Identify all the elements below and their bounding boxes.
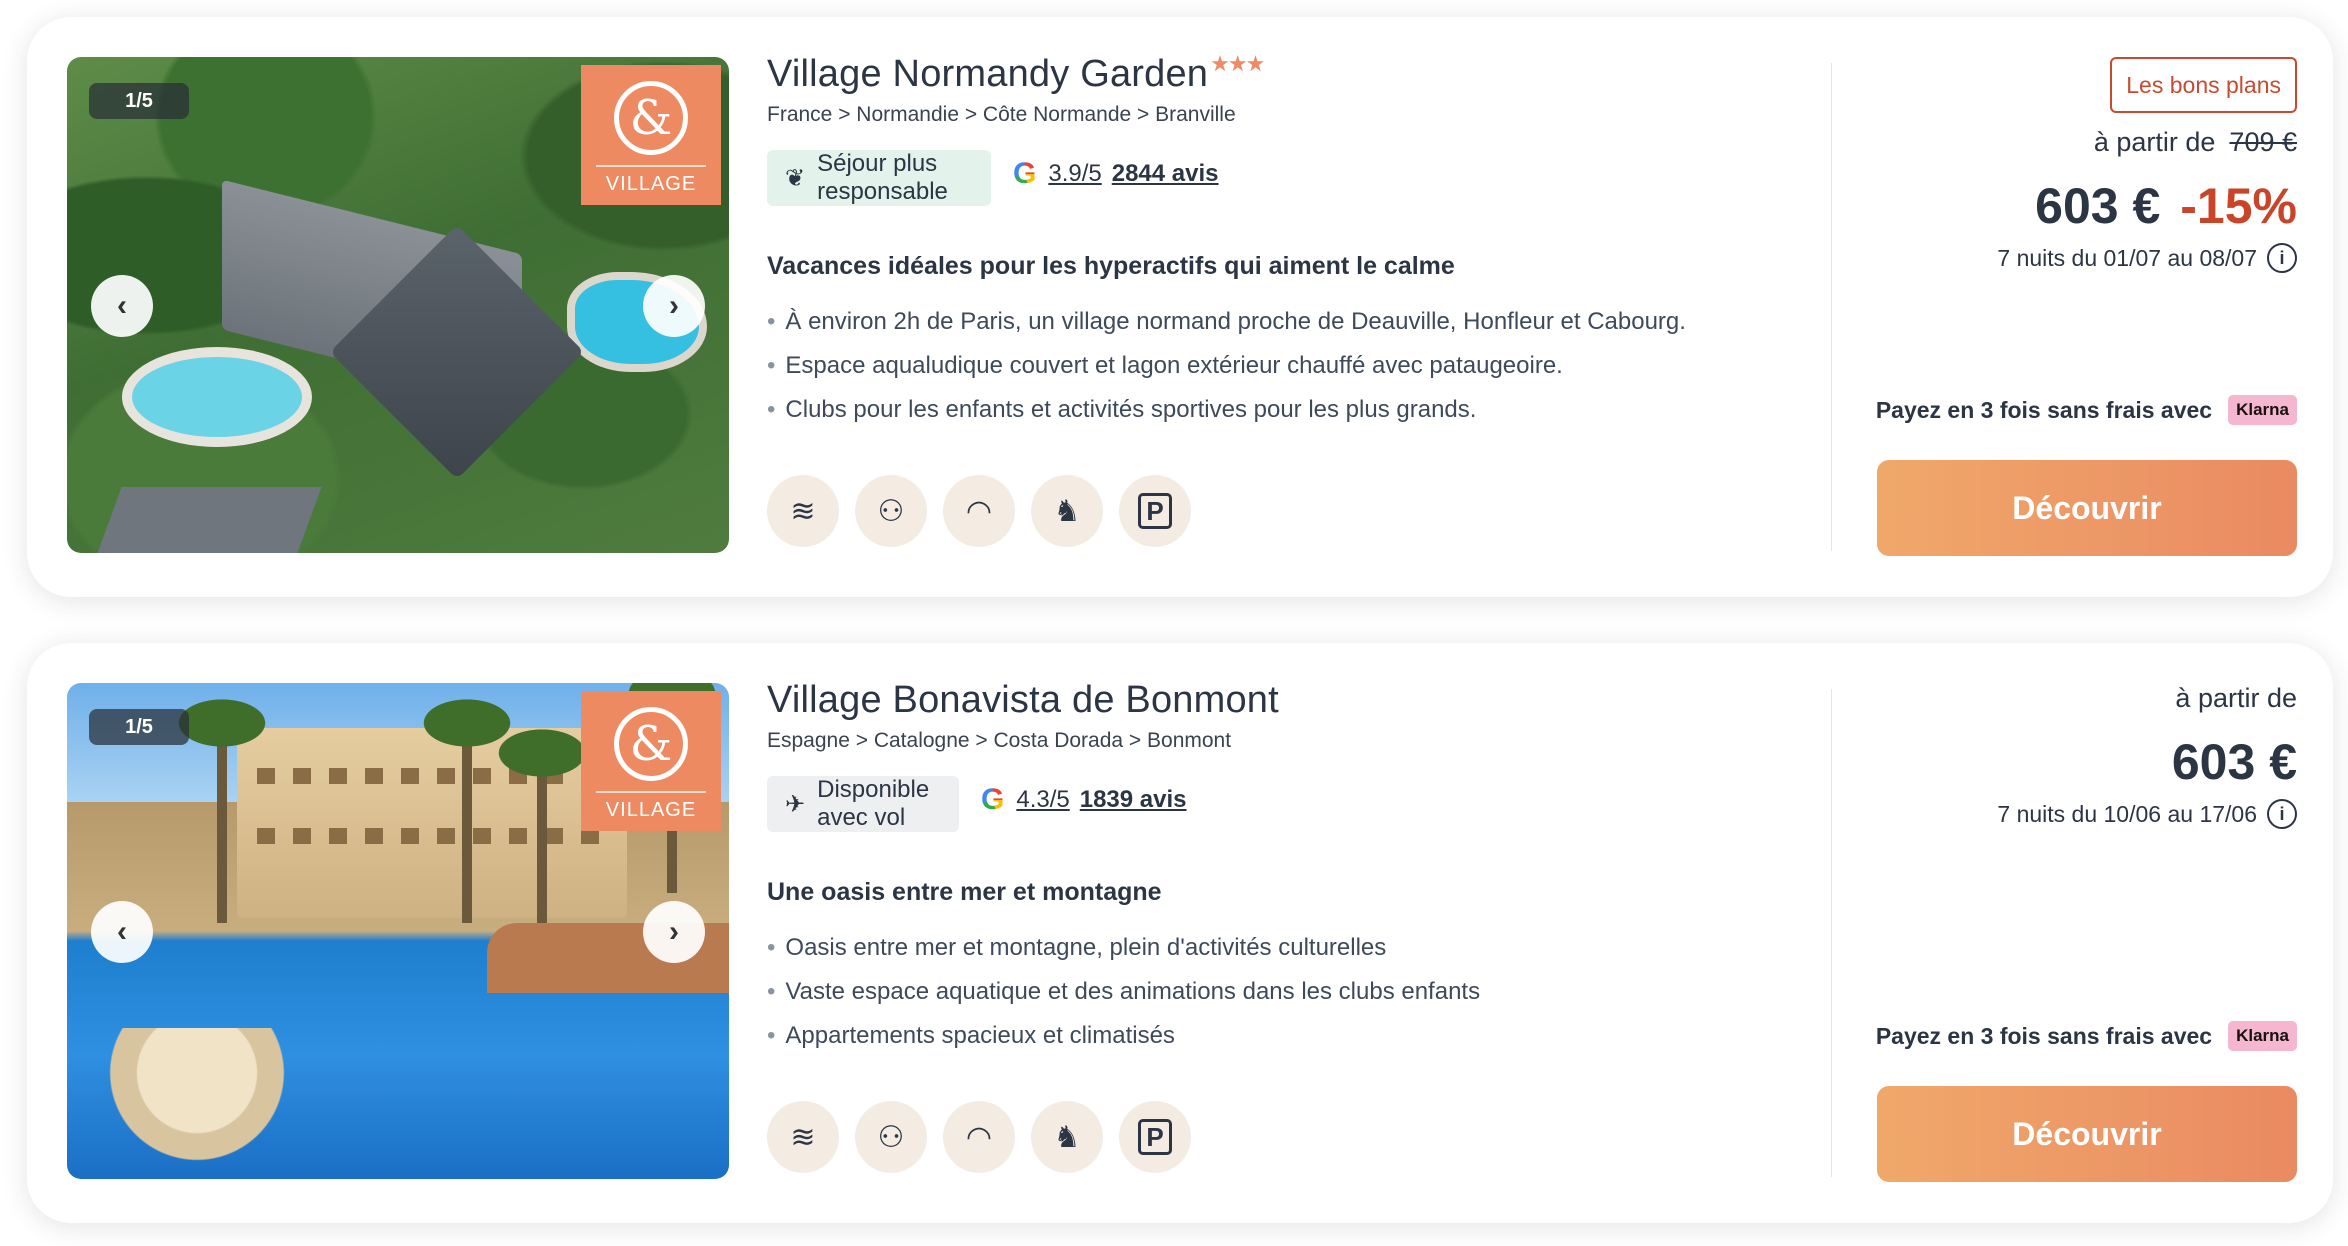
- highlights-list: À environ 2h de Paris, un village norman…: [767, 300, 1686, 432]
- highlights-list: Oasis entre mer et montagne, plein d'act…: [767, 926, 1480, 1058]
- village-badge: & VILLAGE: [581, 691, 721, 831]
- old-price: 709 €: [2229, 127, 2297, 157]
- offer-subtitle: Vacances idéales pour les hyperactifs qu…: [767, 252, 1455, 280]
- wifi-icon[interactable]: ◠: [943, 475, 1015, 547]
- pool-waves-icon[interactable]: ≋: [767, 1101, 839, 1173]
- amenities-row: ≋ ⚇ ◠ ♞ P: [767, 475, 1191, 547]
- tag-label: Disponible avec vol: [817, 776, 930, 831]
- horse-riding-icon[interactable]: ♞: [1031, 475, 1103, 547]
- kids-club-icon[interactable]: ⚇: [855, 475, 927, 547]
- offer-title[interactable]: Village Normandy Garden: [767, 53, 1208, 96]
- price: 603 €: [2035, 178, 2161, 234]
- discover-button[interactable]: Découvrir: [1877, 1086, 2297, 1182]
- offer-subtitle: Une oasis entre mer et montagne: [767, 878, 1162, 906]
- klarna-text: Payez en 3 fois sans frais avec: [1875, 396, 2213, 423]
- next-photo-button[interactable]: ›: [643, 901, 705, 963]
- previous-photo-button[interactable]: ‹: [91, 901, 153, 963]
- stay-dates: 7 nuits du 01/07 au 08/07: [1997, 244, 2257, 271]
- next-photo-button[interactable]: ›: [643, 275, 705, 337]
- tag-label: Séjour plus responsable: [817, 150, 948, 205]
- star-rating: ★★★: [1210, 51, 1265, 76]
- photo-gallery[interactable]: 1/5 & VILLAGE ‹ ›: [67, 57, 729, 553]
- chevron-left-icon: ‹: [117, 289, 127, 322]
- list-item: Espace aqualudique couvert et lagon exté…: [767, 344, 1686, 388]
- village-logo-icon: &: [614, 81, 688, 155]
- info-icon[interactable]: i: [2267, 799, 2297, 829]
- flight-available-tag: ✈ Disponible avec vol: [767, 776, 959, 832]
- kids-club-icon[interactable]: ⚇: [855, 1101, 927, 1173]
- google-rating[interactable]: G 3.9/5 2844 avis: [1013, 157, 1219, 191]
- klarna-logo: Klarna: [2228, 1021, 2297, 1051]
- location-breadcrumb: France > Normandie > Côte Normande > Bra…: [767, 103, 1236, 126]
- divider: [1831, 689, 1832, 1177]
- leaf-icon: ❦: [785, 164, 806, 192]
- plane-icon: ✈: [785, 790, 806, 818]
- from-label: à partir de: [2175, 683, 2297, 713]
- klarna-text: Payez en 3 fois sans frais avec: [1875, 1022, 2213, 1049]
- discover-button[interactable]: Découvrir: [1877, 460, 2297, 556]
- price: 603 €: [2171, 734, 2297, 790]
- price-box: Les bons plans à partir de 709 € 603 € -…: [1847, 17, 2297, 597]
- rating-score[interactable]: 4.3/5: [1016, 786, 1069, 814]
- village-badge-label: VILLAGE: [605, 173, 697, 195]
- rating-reviews-link[interactable]: 2844 avis: [1112, 160, 1219, 188]
- deals-badge: Les bons plans: [2110, 57, 2297, 113]
- pool-waves-icon[interactable]: ≋: [767, 475, 839, 547]
- chevron-right-icon: ›: [669, 915, 679, 948]
- parking-icon[interactable]: P: [1119, 475, 1191, 547]
- responsible-stay-tag: ❦ Séjour plus responsable: [767, 150, 991, 206]
- stay-dates: 7 nuits du 10/06 au 17/06: [1997, 800, 2257, 827]
- list-item: Clubs pour les enfants et activités spor…: [767, 388, 1686, 432]
- village-logo-icon: &: [614, 707, 688, 781]
- gallery-counter: 1/5: [89, 83, 189, 119]
- wifi-icon[interactable]: ◠: [943, 1101, 1015, 1173]
- photo-gallery[interactable]: 1/5 & VILLAGE ‹ ›: [67, 683, 729, 1179]
- divider: [1831, 63, 1832, 551]
- offer-card: 1/5 & VILLAGE ‹ › Village Bonavista de B…: [27, 643, 2333, 1223]
- list-item: À environ 2h de Paris, un village norman…: [767, 300, 1686, 344]
- price-box: à partir de 603 € 7 nuits du 10/06 au 17…: [1847, 643, 2297, 1223]
- google-rating[interactable]: G 4.3/5 1839 avis: [981, 783, 1187, 817]
- village-badge-label: VILLAGE: [605, 799, 697, 821]
- google-icon: G: [1013, 157, 1037, 190]
- horse-riding-icon[interactable]: ♞: [1031, 1101, 1103, 1173]
- chevron-left-icon: ‹: [117, 915, 127, 948]
- rating-reviews-link[interactable]: 1839 avis: [1080, 786, 1187, 814]
- village-badge: & VILLAGE: [581, 65, 721, 205]
- previous-photo-button[interactable]: ‹: [91, 275, 153, 337]
- klarna-logo: Klarna: [2228, 395, 2297, 425]
- location-breadcrumb: Espagne > Catalogne > Costa Dorada > Bon…: [767, 729, 1232, 752]
- list-item: Oasis entre mer et montagne, plein d'act…: [767, 926, 1480, 970]
- parking-icon[interactable]: P: [1119, 1101, 1191, 1173]
- offer-info: Village Bonavista de Bonmont Espagne > C…: [767, 643, 1817, 1223]
- google-icon: G: [981, 783, 1005, 816]
- list-item: Appartements spacieux et climatisés: [767, 1014, 1480, 1058]
- info-icon[interactable]: i: [2267, 243, 2297, 273]
- offer-title[interactable]: Village Bonavista de Bonmont: [767, 679, 1279, 722]
- gallery-counter: 1/5: [89, 709, 189, 745]
- amenities-row: ≋ ⚇ ◠ ♞ P: [767, 1101, 1191, 1173]
- offer-card: 1/5 & VILLAGE ‹ › Village Normandy Garde…: [27, 17, 2333, 597]
- discount-badge: -15%: [2180, 178, 2297, 234]
- chevron-right-icon: ›: [669, 289, 679, 322]
- offer-info: Village Normandy Garden ★★★ France > Nor…: [767, 17, 1817, 597]
- rating-score[interactable]: 3.9/5: [1048, 160, 1101, 188]
- list-item: Vaste espace aquatique et des animations…: [767, 970, 1480, 1014]
- from-label: à partir de: [2093, 127, 2216, 157]
